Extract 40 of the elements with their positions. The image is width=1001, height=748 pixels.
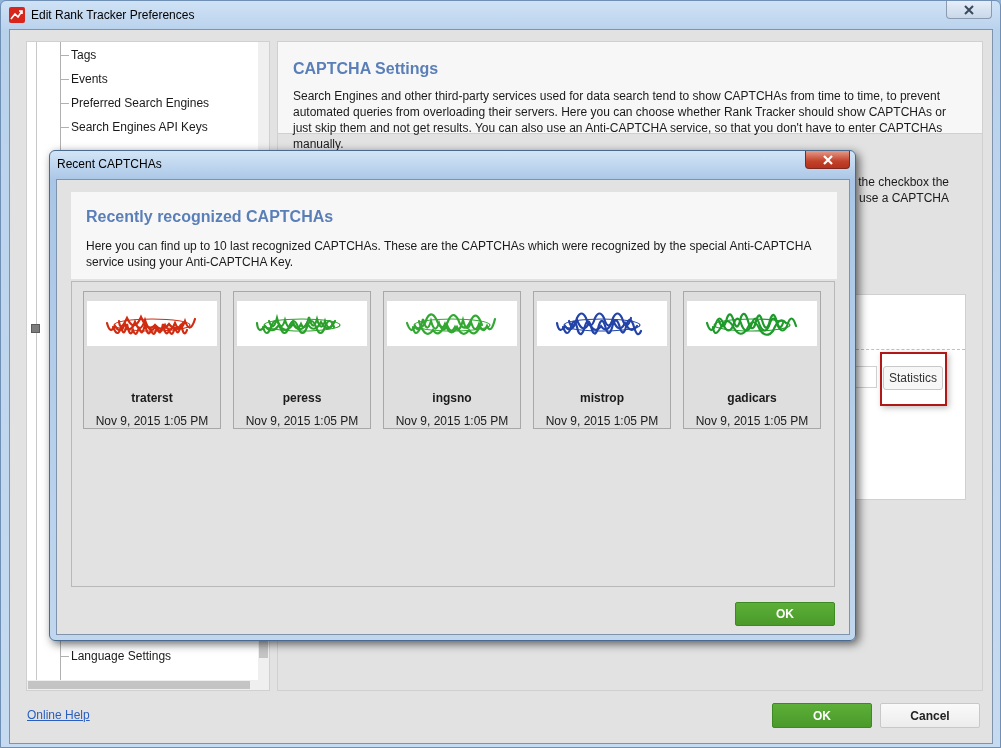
captcha-card[interactable]: ingsno Nov 9, 2015 1:05 PM (383, 291, 521, 429)
captcha-answer: mistrop (580, 391, 624, 405)
tree-item[interactable]: Search Engines API Keys (70, 120, 209, 134)
captcha-answer: peress (282, 391, 322, 405)
tree-item[interactable]: Tags (70, 48, 98, 62)
description-text: Search Engines and other third-party services used for data search tend to show CAPTCHAs from time to time, to prevent automated queries from overloading their servers. Here you can choose whether Rank Tracker should show CAPTCHAs or just skip them and not get results. You can also use an Anti-CAPTCHA service, so that you don't have to enter CAPTCHAs manually. (293, 88, 947, 152)
section-title: CAPTCHA Settings (293, 60, 440, 78)
statistics-button[interactable]: Statistics (883, 366, 943, 390)
captcha-card[interactable]: traterst Nov 9, 2015 1:05 PM (83, 291, 221, 429)
highlight-frame (880, 352, 947, 406)
help-link[interactable]: Online Help (27, 708, 90, 722)
captcha-date: Nov 9, 2015 1:05 PM (95, 414, 209, 428)
close-button[interactable] (805, 151, 850, 169)
captcha-answer: gadicars (727, 391, 777, 405)
scrollbar[interactable] (27, 680, 269, 690)
close-button[interactable] (946, 1, 992, 19)
captcha-date: Nov 9, 2015 1:05 PM (545, 414, 659, 428)
close-icon (820, 154, 835, 165)
captcha-answer: ingsno (432, 391, 472, 405)
description-text: use a CAPTCHA (858, 190, 949, 206)
description-text: Here you can find up to 10 last recognized CAPTCHAs. These are the CAPTCHAs which were recognized by the special Anti-CAPTCHA service using your Anti-CAPTCHA Key. (86, 238, 813, 270)
dialog-title: Recent CAPTCHAs (57, 157, 162, 171)
input-field[interactable] (855, 366, 877, 388)
captcha-answer: traterst (131, 391, 173, 405)
tree-item[interactable]: Preferred Search Engines (70, 96, 211, 110)
close-icon (962, 4, 976, 15)
cancel-button[interactable]: Cancel (880, 703, 980, 728)
description-text: the checkbox the (858, 174, 949, 190)
captcha-card[interactable]: peress Nov 9, 2015 1:05 PM (233, 291, 371, 429)
tree-item[interactable]: Events (70, 72, 109, 86)
dialog-heading: Recently recognized CAPTCHAs (86, 208, 335, 226)
app-logo-icon (9, 7, 25, 23)
window-title: Edit Rank Tracker Preferences (31, 8, 195, 22)
captcha-date: Nov 9, 2015 1:05 PM (695, 414, 809, 428)
captcha-card[interactable]: gadicars Nov 9, 2015 1:05 PM (683, 291, 821, 429)
tree-item[interactable]: Language Settings (70, 649, 173, 663)
captcha-date: Nov 9, 2015 1:05 PM (395, 414, 509, 428)
captcha-card[interactable]: mistrop Nov 9, 2015 1:05 PM (533, 291, 671, 429)
captcha-date: Nov 9, 2015 1:05 PM (245, 414, 359, 428)
scrollbar-track[interactable] (258, 42, 269, 150)
